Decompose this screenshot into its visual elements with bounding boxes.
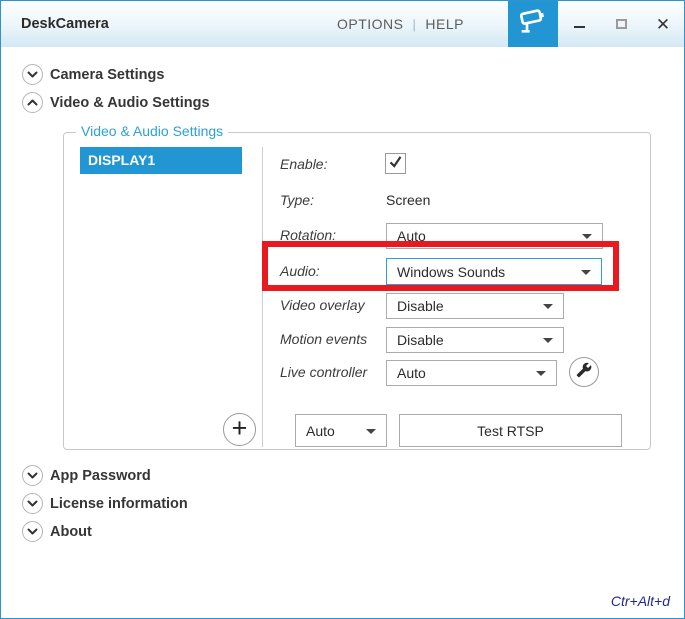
dropdown-arrow-icon [582,234,592,239]
shortcut-hint: Ctr+Alt+d [611,593,670,609]
close-button[interactable]: ✕ [642,1,684,47]
audio-dropdown[interactable]: Windows Sounds [386,258,602,285]
chevron-down-icon[interactable] [22,521,43,542]
live-controller-dropdown[interactable]: Auto [386,360,557,386]
video-audio-settings-panel: Video & Audio Settings DISPLAY1 Enable: … [63,132,651,450]
device-list-item-display1[interactable]: DISPLAY1 [80,147,242,174]
live-controller-settings-button[interactable] [569,357,599,387]
minimize-icon [574,26,585,28]
motion-events-value: Disable [397,332,444,348]
titlebar: DeskCamera OPTIONS | HELP [1,1,684,47]
titlebar-menu: OPTIONS | HELP [337,1,464,47]
protocol-dropdown[interactable]: Auto [295,414,387,447]
live-controller-label: Live controller [280,364,367,380]
dropdown-arrow-icon [536,371,546,376]
app-logo [508,1,558,47]
video-overlay-label: Video overlay [280,297,365,313]
section-label: License information [50,496,188,512]
section-label: App Password [50,468,151,484]
type-value: Screen [386,192,430,208]
section-label: Camera Settings [50,67,164,83]
protocol-value: Auto [306,423,335,439]
motion-events-label: Motion events [280,331,367,347]
chevron-up-icon[interactable] [22,92,43,113]
window-controls: ✕ [558,1,684,47]
close-icon: ✕ [656,16,670,33]
section-app-password[interactable]: App Password [22,465,151,486]
chevron-down-icon[interactable] [22,465,43,486]
plus-icon: + [232,415,248,442]
test-rtsp-button[interactable]: Test RTSP [399,414,622,447]
live-controller-value: Auto [397,365,426,381]
panel-legend: Video & Audio Settings [76,123,228,139]
panel-divider [262,147,263,447]
enable-label: Enable: [280,156,327,172]
video-overlay-dropdown[interactable]: Disable [386,293,564,319]
app-window: DeskCamera OPTIONS | HELP [0,0,685,619]
chevron-down-icon[interactable] [22,64,43,85]
cctv-camera-icon [517,6,549,43]
section-label: Video & Audio Settings [50,95,210,111]
rotation-dropdown[interactable]: Auto [386,223,603,249]
audio-label: Audio: [280,263,320,279]
motion-events-dropdown[interactable]: Disable [386,327,564,353]
enable-checkbox[interactable] [385,153,406,174]
type-label: Type: [280,192,314,208]
video-overlay-value: Disable [397,298,444,314]
dropdown-arrow-icon [543,304,553,309]
dropdown-arrow-icon [581,270,591,275]
test-rtsp-label: Test RTSP [477,423,544,439]
checkmark-icon [388,154,403,174]
audio-value: Windows Sounds [397,264,505,280]
minimize-button[interactable] [558,1,600,47]
section-license-information[interactable]: License information [22,493,188,514]
section-camera-settings[interactable]: Camera Settings [22,64,164,85]
menu-separator: | [413,17,417,32]
maximize-button[interactable] [600,1,642,47]
section-video-audio-settings[interactable]: Video & Audio Settings [22,92,210,113]
app-title: DeskCamera [21,1,109,47]
dropdown-arrow-icon [366,429,376,434]
chevron-down-icon[interactable] [22,493,43,514]
rotation-label: Rotation: [280,227,336,243]
add-device-button[interactable]: + [223,413,256,446]
options-menu-item[interactable]: OPTIONS [337,16,404,32]
wrench-icon [576,362,592,383]
section-label: About [50,524,92,540]
maximize-icon [616,19,627,29]
dropdown-arrow-icon [543,338,553,343]
help-menu-item[interactable]: HELP [425,16,464,32]
rotation-value: Auto [397,228,426,244]
section-about[interactable]: About [22,521,92,542]
